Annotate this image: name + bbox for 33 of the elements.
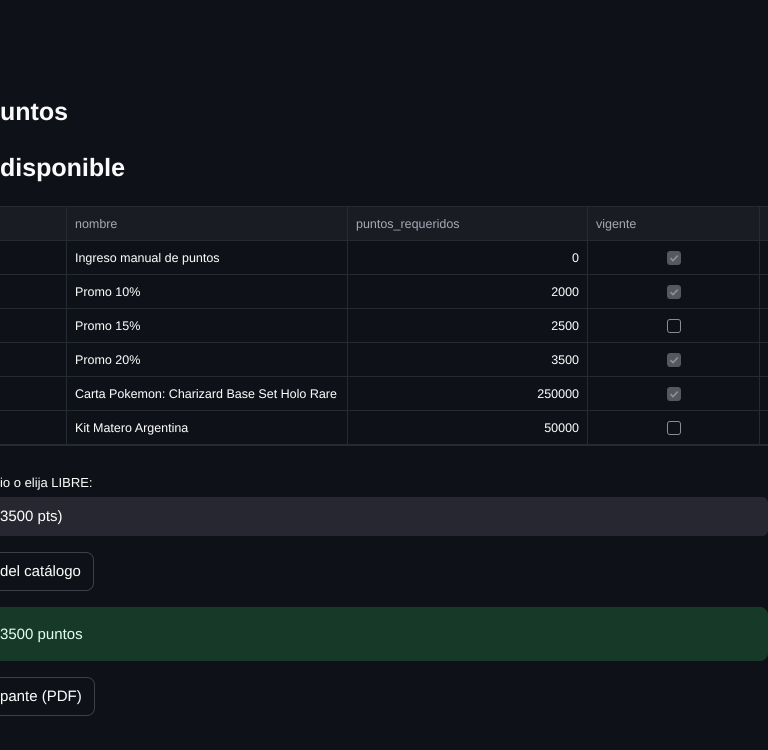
table-cell: Ingreso manual de puntos: [67, 241, 348, 275]
table-cell: [0, 343, 67, 377]
success-message: 3500 puntos: [0, 607, 768, 661]
column-header: vigente: [588, 207, 760, 241]
column-header: nombre: [67, 207, 348, 241]
table-cell: 3500: [348, 343, 588, 377]
download-button[interactable]: pante (PDF): [0, 677, 95, 716]
table-cell: 50000: [348, 411, 588, 445]
section-heading: untos: [0, 97, 68, 128]
table-cell: Promo 15%: [67, 309, 348, 343]
table-cell: 2500: [348, 309, 588, 343]
checkbox[interactable]: [666, 386, 680, 400]
table-cell: [0, 309, 67, 343]
checkbox[interactable]: [666, 352, 680, 366]
checkbox[interactable]: [666, 318, 680, 332]
section-heading: disponible: [0, 153, 125, 184]
checkbox[interactable]: [666, 250, 680, 264]
column-header: puntos_requeridos: [348, 207, 588, 241]
table-cell: 250000: [348, 377, 588, 411]
table-cell: 0: [348, 241, 588, 275]
checkbox[interactable]: [666, 420, 680, 434]
table-cell: [0, 377, 67, 411]
catalog-button[interactable]: del catálogo: [0, 552, 94, 591]
table-cell: [0, 275, 67, 309]
table-cell: Promo 10%: [67, 275, 348, 309]
table-cell: Carta Pokemon: Charizard Base Set Holo Rare: [67, 377, 348, 411]
field-label: io o elija LIBRE:: [0, 475, 92, 491]
table-cell: Kit Matero Argentina: [67, 411, 348, 445]
table-cell: 2000: [348, 275, 588, 309]
select-field[interactable]: 3500 pts): [0, 497, 768, 536]
table-cell: Promo 20%: [67, 343, 348, 377]
table-cell: [0, 241, 67, 275]
checkbox[interactable]: [666, 284, 680, 298]
